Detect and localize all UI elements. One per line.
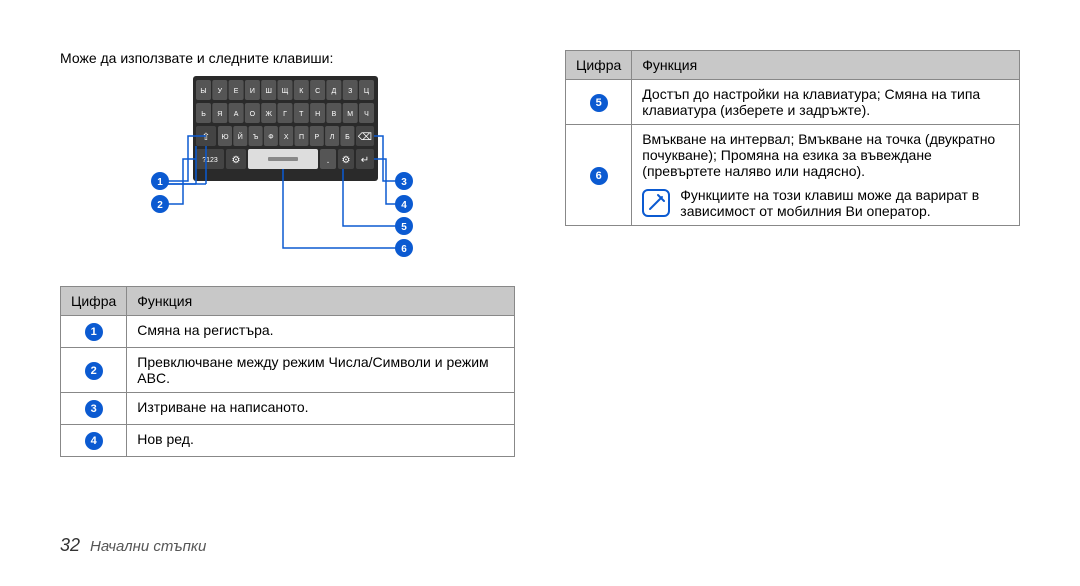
page-columns: Може да използвате и следните клавиши: Ы [60,50,1020,457]
backspace-key-icon: ⌫ [357,132,371,143]
svg-text:Ф: Ф [268,134,273,141]
row-badge: 1 [85,323,103,341]
svg-text:Щ: Щ [281,88,288,95]
svg-text:.: . [326,155,329,166]
svg-text:Т: Т [299,111,304,118]
svg-text:З: З [348,88,352,95]
svg-text:Х: Х [283,134,288,141]
svg-text:П: П [298,134,303,141]
svg-text:Л: Л [329,134,334,141]
right-column: Цифра Функция 5 Достъп до настройки на к… [565,50,1020,457]
svg-text:Г: Г [283,111,287,118]
table-row: 2 Превключване между режим Числа/Символи… [61,348,515,393]
svg-text:В: В [331,111,336,118]
kb-row4: ?123 ⚙ . ⚙ ↵ [196,149,374,169]
svg-text:?123: ?123 [202,157,218,164]
keyboard-svg: Ы У Е И Ш Щ К [138,76,438,266]
table-row: 1 Смяна на регистъра. [61,316,515,348]
svg-text:О: О [249,111,255,118]
left-column: Може да използвате и следните клавиши: Ы [60,50,515,457]
intro-text: Може да използвате и следните клавиши: [60,50,515,66]
svg-text:Ч: Ч [364,111,369,118]
callout-badge-2: 2 [157,200,163,211]
row-desc: Вмъкване на интервал; Вмъкване на точка … [642,131,1009,179]
row-desc: Изтриване на написаното. [127,393,515,425]
row-desc: Превключване между режим Числа/Символи и… [127,348,515,393]
table-row: 3 Изтриване на написаното. [61,393,515,425]
enter-key-icon: ↵ [360,155,368,166]
table-row: 6 Вмъкване на интервал; Вмъкване на точк… [566,125,1020,226]
row-badge: 5 [590,94,608,112]
callout-badge-3: 3 [401,177,407,188]
keyboard-diagram: Ы У Е И Ш Щ К [60,76,515,256]
callout-badge-4: 4 [401,200,407,211]
svg-text:А: А [233,111,238,118]
table-row: 4 Нов ред. [61,425,515,457]
svg-text:Ю: Ю [221,134,228,141]
kb-row3: ⇧ Ю Й Ъ Ф Х П Р Л Б ⌫ [196,126,374,146]
right-table: Цифра Функция 5 Достъп до настройки на к… [565,50,1020,226]
svg-text:Й: Й [237,132,242,141]
table-row: 5 Достъп до настройки на клавиатура; Смя… [566,80,1020,125]
row-desc: Смяна на регистъра. [127,316,515,348]
page-number: 32 [60,535,80,556]
callout-badge-5: 5 [401,222,407,233]
svg-text:Ц: Ц [363,88,369,95]
page-footer: 32 Начални стъпки [60,535,206,556]
note-icon [642,189,670,217]
kb-row2: Ь Я А О Ж Г Т Н В М Ч [196,103,374,123]
svg-text:У: У [217,88,222,95]
section-title: Начални стъпки [90,538,206,555]
col-header-num: Цифра [61,287,127,316]
svg-text:И: И [249,88,254,95]
svg-text:Ш: Ш [265,88,271,95]
svg-text:С: С [315,88,320,95]
callout-badge-1: 1 [157,177,163,188]
note-text: Функциите на този клавиш може да варират… [680,187,1009,219]
shift-key-icon: ⇧ [201,132,209,143]
row-desc-cell: Вмъкване на интервал; Вмъкване на точка … [632,125,1020,226]
svg-text:Б: Б [345,134,350,141]
svg-text:Е: Е [233,88,238,95]
svg-text:Н: Н [315,111,320,118]
svg-text:Ж: Ж [265,111,272,118]
svg-text:Ы: Ы [200,88,206,95]
svg-text:М: М [347,111,353,118]
svg-text:Я: Я [217,111,222,118]
left-table: Цифра Функция 1 Смяна на регистъра. 2 Пр… [60,286,515,457]
row-desc: Достъп до настройки на клавиатура; Смяна… [632,80,1020,125]
row-badge: 4 [85,432,103,450]
row-badge: 2 [85,362,103,380]
row-badge: 6 [590,167,608,185]
gear-key-icon: ⚙ [231,155,240,166]
gear-key-icon: ⚙ [341,155,350,166]
row-desc: Нов ред. [127,425,515,457]
space-key-icon [268,157,298,161]
svg-text:Ь: Ь [201,111,206,118]
col-header-func: Функция [632,51,1020,80]
col-header-num: Цифра [566,51,632,80]
svg-text:Р: Р [314,134,319,141]
svg-text:Ъ: Ъ [252,134,258,141]
row-badge: 3 [85,400,103,418]
col-header-func: Функция [127,287,515,316]
callout-badge-6: 6 [401,244,407,255]
svg-text:Д: Д [331,88,336,95]
kb-row1: Ы У Е И Ш Щ К [196,80,374,100]
